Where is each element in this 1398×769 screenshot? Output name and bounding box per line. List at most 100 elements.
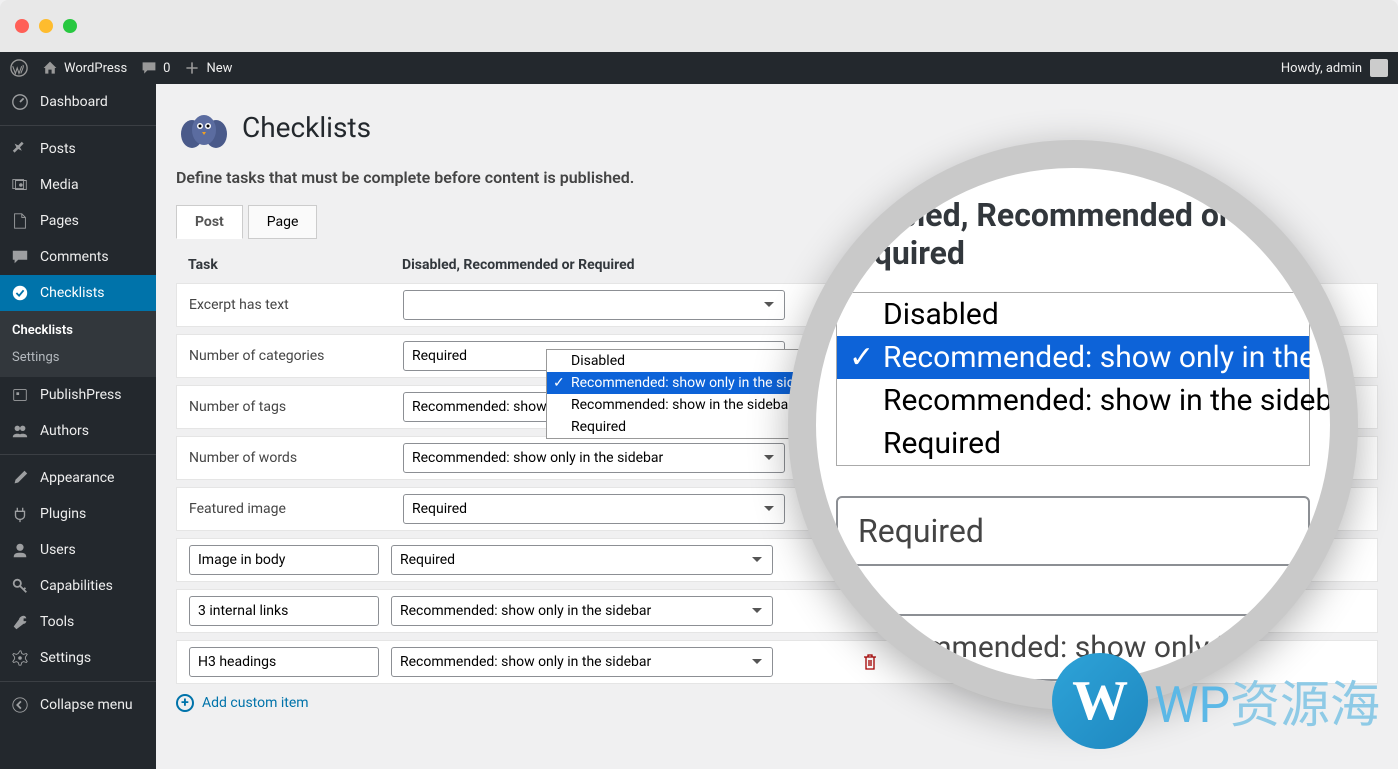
task-label: Excerpt has text bbox=[189, 297, 391, 313]
site-link[interactable]: WordPress bbox=[42, 60, 127, 76]
task-label: Number of categories bbox=[189, 348, 391, 364]
comments-link[interactable]: 0 bbox=[141, 60, 170, 76]
avatar bbox=[1370, 59, 1388, 77]
custom-task-input[interactable] bbox=[189, 596, 379, 626]
user-menu[interactable]: Howdy, admin bbox=[1281, 59, 1388, 77]
admin-sidebar: Dashboard Posts Media Pages Comments Che… bbox=[0, 84, 156, 769]
menu-label: Appearance bbox=[40, 470, 114, 486]
tab-page[interactable]: Page bbox=[248, 205, 318, 239]
menu-label: Comments bbox=[40, 249, 109, 265]
menu-media[interactable]: Media bbox=[0, 167, 156, 203]
admin-bar: WordPress 0 New Howdy, admin bbox=[0, 52, 1398, 84]
check-icon bbox=[10, 283, 30, 303]
magnifier-select[interactable]: Required bbox=[836, 496, 1310, 566]
submenu-settings[interactable]: Settings bbox=[0, 344, 156, 371]
magnifier-heading: Disabled, Recommended or Required bbox=[836, 196, 1310, 272]
menu-posts[interactable]: Posts bbox=[0, 131, 156, 167]
mac-maximize-dot[interactable] bbox=[63, 19, 77, 33]
menu-tools[interactable]: Tools bbox=[0, 604, 156, 640]
menu-label: Tools bbox=[40, 614, 74, 630]
home-icon bbox=[42, 60, 58, 76]
pin-icon bbox=[10, 139, 30, 159]
status-select[interactable]: Recommended: show only in the sidebar bbox=[391, 596, 773, 626]
status-select[interactable]: Required bbox=[403, 494, 785, 524]
new-label: New bbox=[206, 61, 232, 76]
magnifier-dropdown: Disabled Recommended: show only in the s… bbox=[836, 292, 1310, 466]
comment-icon bbox=[10, 247, 30, 267]
new-link[interactable]: New bbox=[184, 60, 232, 76]
site-name: WordPress bbox=[64, 61, 127, 76]
menu-label: Settings bbox=[40, 650, 91, 666]
menu-label: Capabilities bbox=[40, 578, 113, 594]
menu-label: Media bbox=[40, 177, 79, 193]
gear-icon bbox=[10, 648, 30, 668]
status-select[interactable]: Recommended: show only in the sidebar bbox=[403, 443, 785, 473]
watermark-logo: W bbox=[1052, 653, 1148, 749]
user-icon bbox=[10, 540, 30, 560]
page-icon bbox=[10, 211, 30, 231]
magnifier-option[interactable]: Recommended: show in the sidebar a bbox=[837, 379, 1309, 422]
menu-label: Posts bbox=[40, 141, 76, 157]
menu-pages[interactable]: Pages bbox=[0, 203, 156, 239]
brush-icon bbox=[10, 468, 30, 488]
plugin-logo bbox=[176, 102, 232, 152]
submenu-checklists[interactable]: Checklists bbox=[0, 317, 156, 344]
task-label: Number of words bbox=[189, 450, 391, 466]
custom-task-input[interactable] bbox=[189, 647, 379, 677]
magnifier-option[interactable]: Disabled bbox=[837, 293, 1309, 336]
howdy-text: Howdy, admin bbox=[1281, 61, 1362, 76]
plus-circle-icon: + bbox=[176, 694, 194, 712]
watermark-text: WP资源海 bbox=[1154, 665, 1380, 737]
status-select[interactable]: Recommended: show only in the sidebar bbox=[391, 647, 773, 677]
menu-label: Checklists bbox=[40, 285, 105, 301]
magnifier-option[interactable]: Required bbox=[837, 422, 1309, 465]
task-label: Number of tags bbox=[189, 399, 391, 415]
watermark: W WP资源海 bbox=[1052, 653, 1380, 749]
comments-count: 0 bbox=[163, 61, 170, 76]
wp-logo-button[interactable] bbox=[10, 59, 28, 77]
menu-label: Plugins bbox=[40, 506, 86, 522]
mac-close-dot[interactable] bbox=[15, 19, 29, 33]
dashboard-icon bbox=[10, 92, 30, 112]
menu-capabilities[interactable]: Capabilities bbox=[0, 568, 156, 604]
magnifier-option[interactable]: Recommended: show only in the side bbox=[837, 336, 1309, 379]
menu-comments[interactable]: Comments bbox=[0, 239, 156, 275]
menu-label: Dashboard bbox=[40, 94, 108, 110]
users-icon bbox=[10, 421, 30, 441]
custom-task-input[interactable] bbox=[189, 545, 379, 575]
media-icon bbox=[10, 175, 30, 195]
menu-dashboard[interactable]: Dashboard bbox=[0, 84, 156, 120]
mac-window-chrome bbox=[0, 0, 1398, 52]
trash-icon[interactable] bbox=[863, 654, 877, 670]
menu-checklists[interactable]: Checklists bbox=[0, 275, 156, 311]
menu-label: Users bbox=[40, 542, 76, 558]
menu-plugins[interactable]: Plugins bbox=[0, 496, 156, 532]
status-select[interactable]: Required bbox=[391, 545, 773, 575]
menu-label: Collapse menu bbox=[40, 697, 133, 713]
menu-appearance[interactable]: Appearance bbox=[0, 460, 156, 496]
menu-label: Authors bbox=[40, 423, 89, 439]
submenu: Checklists Settings bbox=[0, 311, 156, 377]
collapse-icon bbox=[10, 695, 30, 715]
menu-settings[interactable]: Settings bbox=[0, 640, 156, 676]
mac-minimize-dot[interactable] bbox=[39, 19, 53, 33]
wordpress-icon bbox=[10, 59, 28, 77]
menu-users[interactable]: Users bbox=[0, 532, 156, 568]
magnifier-overlay: Disabled, Recommended or Required Disabl… bbox=[788, 140, 1358, 710]
status-select[interactable] bbox=[403, 290, 785, 320]
menu-authors[interactable]: Authors bbox=[0, 413, 156, 449]
comment-icon bbox=[141, 60, 157, 76]
wrench-icon bbox=[10, 612, 30, 632]
plug-icon bbox=[10, 504, 30, 524]
task-label: Featured image bbox=[189, 501, 391, 517]
column-task: Task bbox=[188, 257, 402, 273]
key-icon bbox=[10, 576, 30, 596]
tab-post[interactable]: Post bbox=[176, 205, 243, 239]
menu-publishpress[interactable]: PublishPress bbox=[0, 377, 156, 413]
page-title: Checklists bbox=[242, 111, 371, 144]
publish-icon bbox=[10, 385, 30, 405]
menu-label: PublishPress bbox=[40, 387, 121, 403]
menu-collapse[interactable]: Collapse menu bbox=[0, 687, 156, 723]
menu-label: Pages bbox=[40, 213, 79, 229]
add-link-label: Add custom item bbox=[202, 695, 309, 711]
